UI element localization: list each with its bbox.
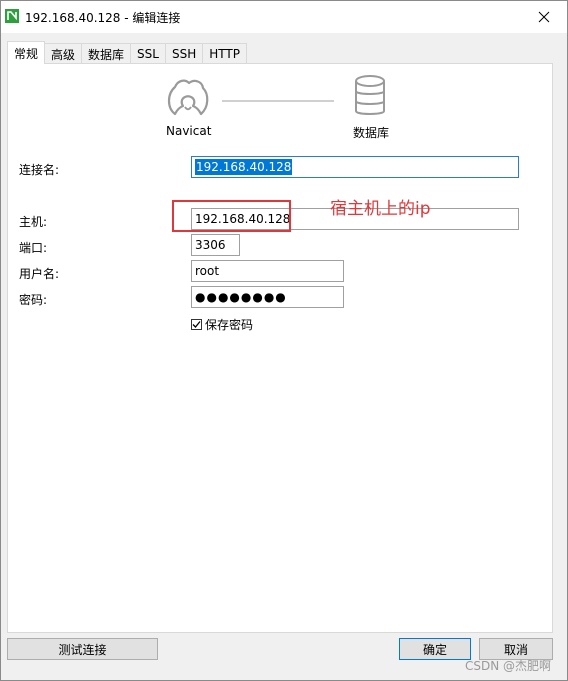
tab-advanced[interactable]: 高级 (44, 43, 83, 64)
title-bar: 192.168.40.128 - 编辑连接 (1, 1, 567, 33)
navicat-logo-icon (167, 79, 209, 116)
database-label: 数据库 (353, 126, 390, 140)
tab-database[interactable]: 数据库 (81, 43, 132, 64)
connection-line (222, 100, 334, 102)
connection-name-value: 192.168.40.128 (195, 159, 293, 175)
general-panel: Navicat 数据库 连接名: 192.168.40.128 主机: 192.… (7, 63, 553, 633)
checkmark-icon (192, 321, 201, 328)
tab-ssh[interactable]: SSH (164, 43, 204, 64)
navicat-app-icon (5, 9, 19, 23)
password-value: ●●●●●●●● (195, 290, 287, 304)
host-highlight-box (172, 200, 291, 232)
tab-http[interactable]: HTTP (202, 43, 247, 64)
username-input[interactable]: root (191, 260, 344, 282)
tab-general[interactable]: 常规 (7, 41, 46, 64)
test-connection-button[interactable]: 测试连接 (7, 638, 158, 660)
edit-connection-dialog: 192.168.40.128 - 编辑连接 常规 高级 数据库 SSL SSH … (0, 0, 568, 681)
watermark: CSDN @杰肥啊 (464, 659, 551, 673)
connection-name-label: 连接名: (19, 163, 60, 177)
close-icon (538, 11, 550, 23)
host-label: 主机: (19, 215, 48, 229)
host-annotation: 宿主机上的ip (330, 199, 431, 219)
username-value: root (195, 264, 220, 278)
password-label: 密码: (19, 293, 48, 307)
tab-bar: 常规 高级 数据库 SSL SSH HTTP (7, 41, 247, 64)
password-input[interactable]: ●●●●●●●● (191, 286, 344, 308)
port-input[interactable]: 3306 (191, 234, 240, 256)
tab-ssl[interactable]: SSL (130, 43, 166, 64)
ok-button[interactable]: 确定 (399, 638, 471, 660)
save-password-label: 保存密码 (205, 318, 254, 332)
port-value: 3306 (195, 238, 226, 252)
window-title: 192.168.40.128 - 编辑连接 (25, 11, 181, 25)
port-label: 端口: (19, 241, 48, 255)
save-password-checkbox[interactable] (191, 319, 202, 330)
database-icon (355, 75, 385, 115)
navicat-label: Navicat (166, 124, 212, 138)
close-button[interactable] (521, 1, 567, 33)
connection-name-input[interactable]: 192.168.40.128 (191, 156, 519, 178)
save-password-row[interactable]: 保存密码 (191, 316, 253, 333)
username-label: 用户名: (19, 267, 60, 281)
